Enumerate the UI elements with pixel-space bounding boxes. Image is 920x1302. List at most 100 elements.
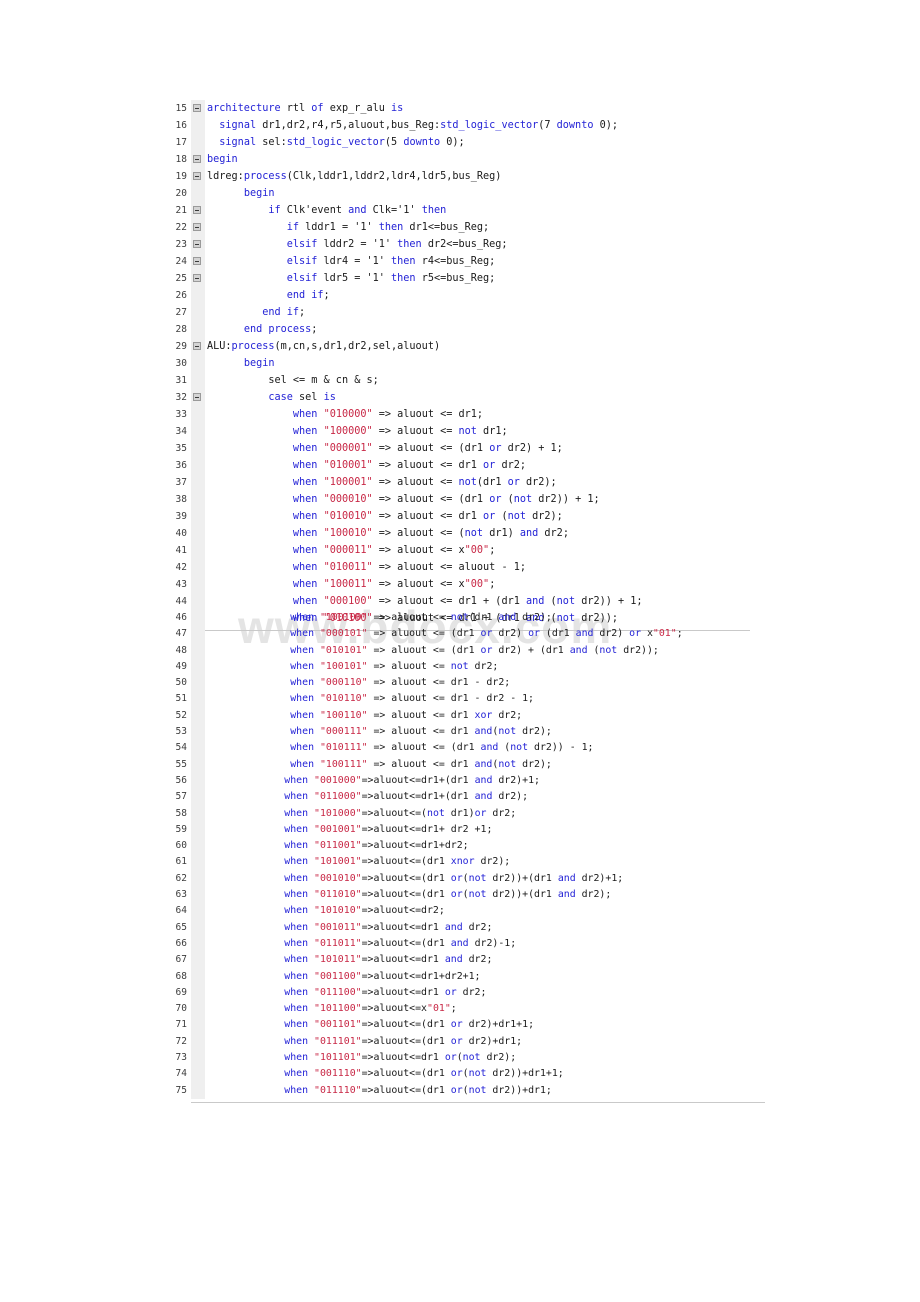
code-token-idn xyxy=(207,938,284,949)
code-token-kw: signal xyxy=(219,137,257,148)
code-token-idn xyxy=(207,1003,284,1014)
code-token-str: "000001" xyxy=(323,443,373,454)
code-token-idn xyxy=(207,710,290,721)
code-token-idn: =>aluout<=(dr1 xyxy=(361,856,451,868)
code-token-str: "011000" xyxy=(314,791,362,803)
code-line-text: when "010101" => aluout <= (dr1 or dr2) … xyxy=(205,643,765,659)
code-token-idn: dr2; xyxy=(538,528,569,539)
code-token-kw: if xyxy=(286,222,300,233)
collapse-fold-icon[interactable] xyxy=(193,274,201,282)
code-token-idn: dr2) + (dr1 xyxy=(492,644,570,656)
code-token-kw: not xyxy=(458,477,477,488)
fold-gutter xyxy=(191,870,205,888)
fold-gutter xyxy=(191,642,205,659)
fold-gutter xyxy=(191,952,205,969)
code-token-kw: when xyxy=(292,494,318,505)
code-line: 69 when "011100"=>aluout<=dr1 or dr2; xyxy=(165,984,765,1002)
code-token-kw: not xyxy=(498,726,517,738)
code-token-kw: when xyxy=(284,921,309,933)
line-number: 38 xyxy=(165,491,191,508)
code-token-typ: std_logic_vector xyxy=(440,120,539,131)
collapse-fold-icon[interactable] xyxy=(193,257,201,265)
code-line-text: when "000110" => aluout <= dr1 - dr2; xyxy=(205,675,765,691)
line-number: 51 xyxy=(165,691,191,708)
code-line: 70 when "101100"=>aluout<=x"01"; xyxy=(165,1001,765,1018)
code-token-idn xyxy=(207,324,244,335)
line-number: 26 xyxy=(165,287,191,304)
code-token-kw: and xyxy=(474,774,493,786)
fold-gutter xyxy=(191,838,205,855)
collapse-fold-icon[interactable] xyxy=(193,104,201,112)
code-line: 57 when "011000"=>aluout<=dr1+(dr1 and d… xyxy=(165,789,765,806)
code-token-idn: ; xyxy=(323,290,330,301)
code-line-text: when "101000"=>aluout<=(not dr1)or dr2; xyxy=(205,806,765,822)
code-token-kw: not xyxy=(510,742,529,754)
line-number: 64 xyxy=(165,903,191,920)
code-token-str: "101011" xyxy=(314,954,362,966)
code-line: 34 when "100000" => aluout <= not dr1; xyxy=(165,423,750,440)
line-number: 37 xyxy=(165,474,191,491)
code-line: 19 ldreg:process(Clk,lddr1,lddr2,ldr4,ldr… xyxy=(165,168,750,185)
code-line-text: when "011001"=>aluout<=dr1+dr2; xyxy=(205,838,765,854)
line-number: 72 xyxy=(165,1033,191,1051)
code-token-idn: dr2)+1; xyxy=(492,774,540,786)
fold-gutter xyxy=(191,542,205,559)
code-line-text: begin xyxy=(205,355,750,372)
code-token-idn: dr2); xyxy=(516,726,552,738)
code-token-idn: ; xyxy=(299,307,306,318)
collapse-fold-icon[interactable] xyxy=(193,206,201,214)
code-token-idn: => aluout <= (dr1 xyxy=(367,742,481,754)
code-line: 58 when "101000"=>aluout<=(not dr1)or dr… xyxy=(165,805,765,822)
line-number: 35 xyxy=(165,440,191,457)
code-token-idn: => aluout <= aluout - 1; xyxy=(372,562,526,573)
code-line-text: when "100100" => aluout <= not(dr1 and d… xyxy=(205,610,765,626)
code-token-kw: or xyxy=(450,1084,463,1096)
code-token-kw: or xyxy=(480,628,493,640)
code-line: 49 when "100101" => aluout <= not dr2; xyxy=(165,658,765,676)
code-token-idn xyxy=(207,256,287,267)
code-token-kw: not xyxy=(450,612,469,623)
code-token-idn: =>aluout<=dr1+(dr1 xyxy=(361,774,475,786)
code-token-idn xyxy=(207,954,284,965)
code-line: 25 elsif ldr5 = '1' then r5<=bus_Reg; xyxy=(165,270,750,287)
code-line-text: when "011100"=>aluout<=dr1 or dr2; xyxy=(205,985,765,1001)
code-token-kw: or xyxy=(489,443,502,454)
code-line-text: when "101100"=>aluout<=x"01"; xyxy=(205,1001,765,1017)
code-token-str: "011110" xyxy=(314,1084,362,1096)
code-line-text: when "101101"=>aluout<=dr1 or(not dr2); xyxy=(205,1050,765,1066)
line-number: 70 xyxy=(165,1001,191,1018)
code-line-text: when "001101"=>aluout<=(dr1 or dr2)+dr1+… xyxy=(205,1017,765,1033)
code-listing-part-2: 46 when "100100" => aluout <= not(dr1 an… xyxy=(165,610,765,1103)
code-token-idn: => aluout <= dr1; xyxy=(372,409,484,420)
fold-gutter xyxy=(191,1066,205,1083)
code-token-idn: => aluout <= ( xyxy=(372,528,465,539)
code-line-text: when "010001" => aluout <= dr1 or dr2; xyxy=(205,457,750,474)
code-token-kw: when xyxy=(292,511,318,522)
code-token-idn: (dr1 xyxy=(468,612,499,623)
collapse-fold-icon[interactable] xyxy=(193,240,201,248)
fold-gutter xyxy=(191,756,205,773)
code-token-idn xyxy=(207,409,293,420)
code-token-str: "010011" xyxy=(323,562,373,573)
collapse-fold-icon[interactable] xyxy=(193,342,201,350)
fold-gutter xyxy=(191,202,205,219)
code-token-kw: begin xyxy=(207,154,238,165)
code-token-str: "000111" xyxy=(319,726,368,738)
code-token-idn: dr2); xyxy=(519,477,557,488)
collapse-fold-icon[interactable] xyxy=(193,172,201,180)
code-token-kw: and xyxy=(480,742,499,754)
fold-gutter xyxy=(191,389,205,406)
collapse-fold-icon[interactable] xyxy=(193,155,201,163)
code-token-idn: dr2; xyxy=(492,709,523,721)
collapse-fold-icon[interactable] xyxy=(193,223,201,231)
fold-gutter xyxy=(191,854,205,871)
code-line-text: when "001000"=>aluout<=dr1+(dr1 and dr2)… xyxy=(205,773,765,789)
code-line: 66 when "011011"=>aluout<=(dr1 and dr2)-… xyxy=(165,935,765,953)
code-token-idn: lddr1 = '1' xyxy=(299,222,379,233)
code-token-kw: when xyxy=(284,856,309,868)
code-token-idn: dr2) xyxy=(492,628,529,640)
line-number: 46 xyxy=(165,610,191,627)
collapse-fold-icon[interactable] xyxy=(193,393,201,401)
code-token-idn xyxy=(207,392,268,403)
code-line: 15 architecture rtl of exp_r_alu is xyxy=(165,100,750,117)
